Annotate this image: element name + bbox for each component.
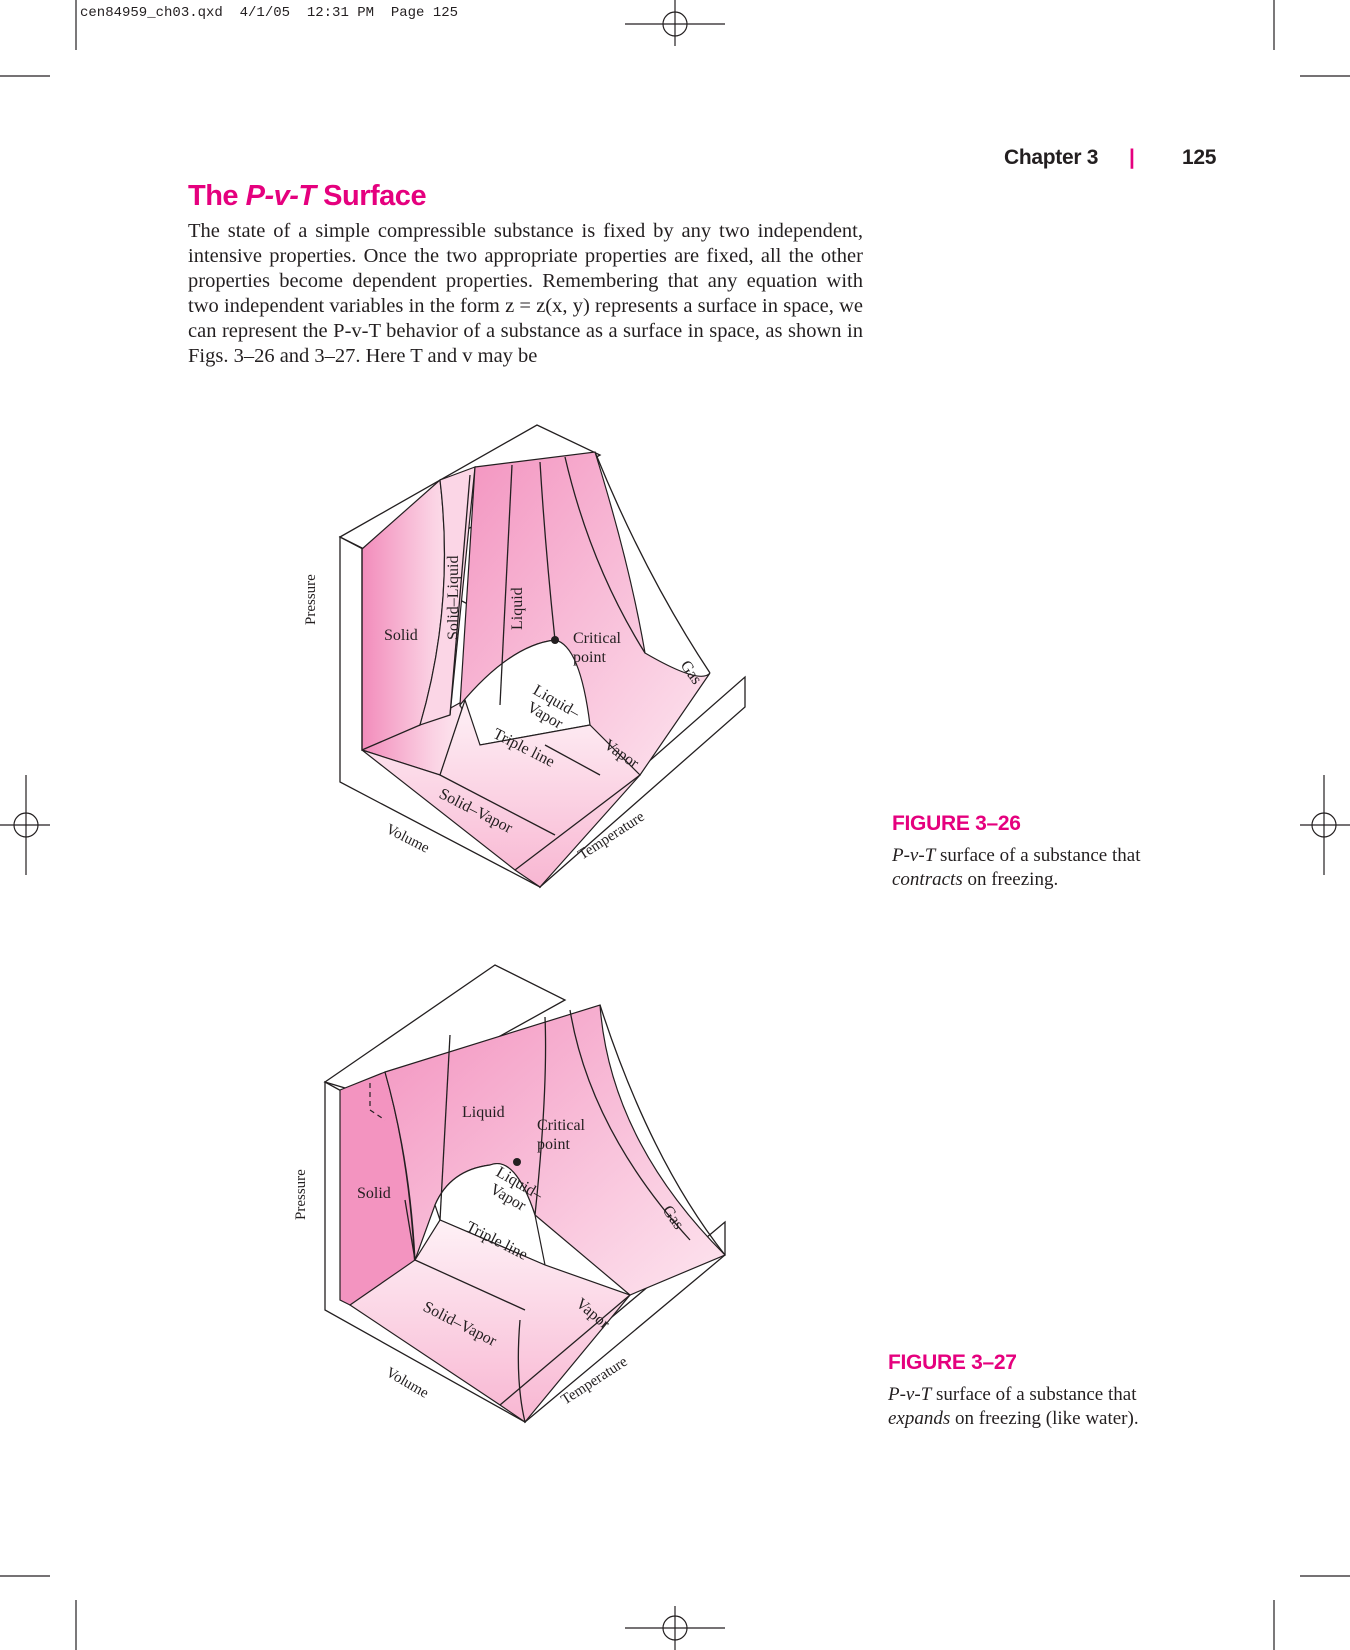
running-head-separator: | [1129,146,1135,169]
figure-3-27-label: FIGURE 3–27 [888,1351,1017,1374]
fig1-axis-pressure: Pressure [303,574,319,625]
fig2-label-critical-1: Critical [537,1117,586,1134]
figure-3-26-diagram: Pressure Volume Temperature Solid Solid–… [303,424,746,889]
fig2-label-liquid: Liquid [462,1104,505,1121]
figure-3-26-caption: P-v-T surface of a substance that contra… [892,845,1141,890]
figure-3-27-diagram: Pressure Volume Temperature Solid Liquid… [293,964,727,1424]
fig2-axis-pressure: Pressure [293,1169,309,1220]
registration-mark-left [0,775,50,875]
fig1-label-solid-liquid: Solid–Liquid [445,556,462,640]
fig1-label-solid: Solid [384,627,418,644]
fig2-label-critical-2: point [537,1136,570,1153]
page-number: 125 [1182,146,1217,169]
file-slug: cen84959_ch03.qxd 4/1/05 12:31 PM Page 1… [80,5,459,21]
critical-point-marker [551,636,559,644]
critical-point-marker-2 [513,1158,521,1166]
figure-3-27-caption: P-v-T surface of a substance that expand… [888,1384,1139,1429]
fig1-label-liquid: Liquid [509,587,526,630]
running-head-chapter: Chapter 3 [1004,146,1099,169]
fig1-label-critical-1: Critical [573,630,622,647]
fig2-label-solid: Solid [357,1185,391,1202]
fig1-label-critical-2: point [573,649,606,666]
registration-mark-right [1300,775,1350,875]
figure-3-26-label: FIGURE 3–26 [892,812,1021,835]
body-paragraph: The state of a simple compressible subst… [188,220,863,367]
fig2-axis-volume: Volume [383,1365,431,1402]
registration-mark-top [625,0,725,46]
registration-mark-bottom [625,1606,725,1650]
section-title: The P-v-T Surface [188,180,427,212]
